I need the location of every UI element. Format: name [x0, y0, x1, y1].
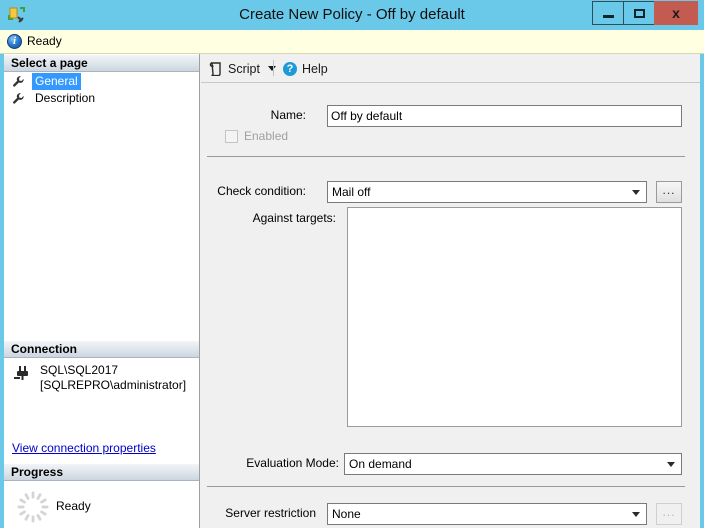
- against-targets-label: Against targets:: [252, 211, 336, 225]
- enabled-label: Enabled: [244, 129, 289, 143]
- server-restriction-combobox[interactable]: None: [327, 503, 647, 525]
- connection-section: Connection SQL\SQL2017 [SQLREPRO\adminis…: [4, 340, 199, 462]
- status-bar: i Ready: [0, 30, 704, 54]
- script-button[interactable]: Script: [209, 58, 276, 79]
- policy-icon: [7, 6, 26, 25]
- evaluation-mode-value: On demand: [349, 457, 412, 471]
- minimize-icon: [602, 14, 614, 18]
- progress-text: Ready: [56, 499, 91, 513]
- help-label: Help: [302, 61, 328, 76]
- connection-info: SQL\SQL2017 [SQLREPRO\administrator]: [40, 363, 186, 393]
- toolbar-separator: [273, 60, 274, 76]
- script-label: Script: [228, 61, 260, 76]
- create-new-policy-window: Create New Policy - Off by default x i R…: [0, 0, 704, 528]
- server-restriction-browse-button: ...: [656, 503, 682, 525]
- check-condition-label: Check condition:: [217, 184, 306, 198]
- evaluation-mode-label: Evaluation Mode:: [246, 456, 339, 470]
- sidebar-item-label: Description: [35, 91, 96, 105]
- connection-server: SQL\SQL2017: [40, 363, 119, 377]
- check-condition-value: Mail off: [332, 185, 371, 199]
- script-icon: [209, 61, 223, 76]
- view-connection-properties-link[interactable]: View connection properties: [12, 441, 156, 455]
- connection-body: SQL\SQL2017 [SQLREPRO\administrator] Vie…: [4, 358, 199, 462]
- select-a-page-header: Select a page: [4, 54, 199, 72]
- maximize-button[interactable]: [623, 1, 655, 25]
- spinner-icon: [16, 490, 50, 524]
- help-icon: ?: [283, 61, 297, 76]
- connection-header: Connection: [4, 340, 199, 358]
- check-condition-browse-button[interactable]: ...: [656, 181, 682, 203]
- evaluation-mode-combobox[interactable]: On demand: [344, 453, 682, 475]
- chevron-down-icon[interactable]: [267, 66, 276, 71]
- against-targets-listbox[interactable]: [347, 207, 682, 427]
- chevron-down-icon[interactable]: [632, 512, 640, 517]
- maximize-icon: [633, 8, 645, 18]
- sidebar-item-description[interactable]: Description: [4, 90, 199, 107]
- right-pane: Script ? Help Name: Enabled: [201, 54, 700, 528]
- check-condition-combobox[interactable]: Mail off: [327, 181, 647, 203]
- minimize-button[interactable]: [592, 1, 624, 25]
- page-list: General Description: [4, 73, 199, 107]
- general-form: Name: Enabled Check condition: Mail off …: [201, 83, 700, 528]
- server-restriction-label: Server restriction: [225, 506, 316, 520]
- connection-icon: [14, 366, 32, 382]
- wrench-icon: [12, 75, 25, 88]
- name-input[interactable]: [327, 105, 682, 127]
- status-text: Ready: [27, 34, 62, 48]
- form-separator-bottom: [207, 486, 685, 487]
- chevron-down-icon[interactable]: [667, 462, 675, 467]
- form-separator-top: [207, 156, 685, 157]
- left-pane: Select a page General Description Connec…: [4, 54, 200, 528]
- progress-body: Ready: [4, 481, 199, 528]
- progress-header: Progress: [4, 463, 199, 481]
- enabled-checkbox[interactable]: [225, 130, 238, 143]
- wrench-icon: [12, 92, 25, 105]
- window-controls: x: [592, 1, 698, 25]
- name-label: Name:: [270, 108, 306, 122]
- info-icon: i: [7, 34, 22, 49]
- chevron-down-icon[interactable]: [632, 190, 640, 195]
- server-restriction-value: None: [332, 507, 361, 521]
- dialog-client-area: Select a page General Description Connec…: [4, 54, 700, 528]
- sidebar-item-general[interactable]: General: [4, 73, 199, 90]
- help-button[interactable]: ? Help: [283, 58, 328, 79]
- close-button[interactable]: x: [654, 1, 698, 25]
- toolbar: Script ? Help: [201, 54, 700, 83]
- sidebar-item-label: General: [32, 73, 81, 90]
- title-bar: Create New Policy - Off by default x: [0, 0, 704, 30]
- progress-section: Progress Ready: [4, 463, 199, 528]
- connection-user: [SQLREPRO\administrator]: [40, 378, 187, 392]
